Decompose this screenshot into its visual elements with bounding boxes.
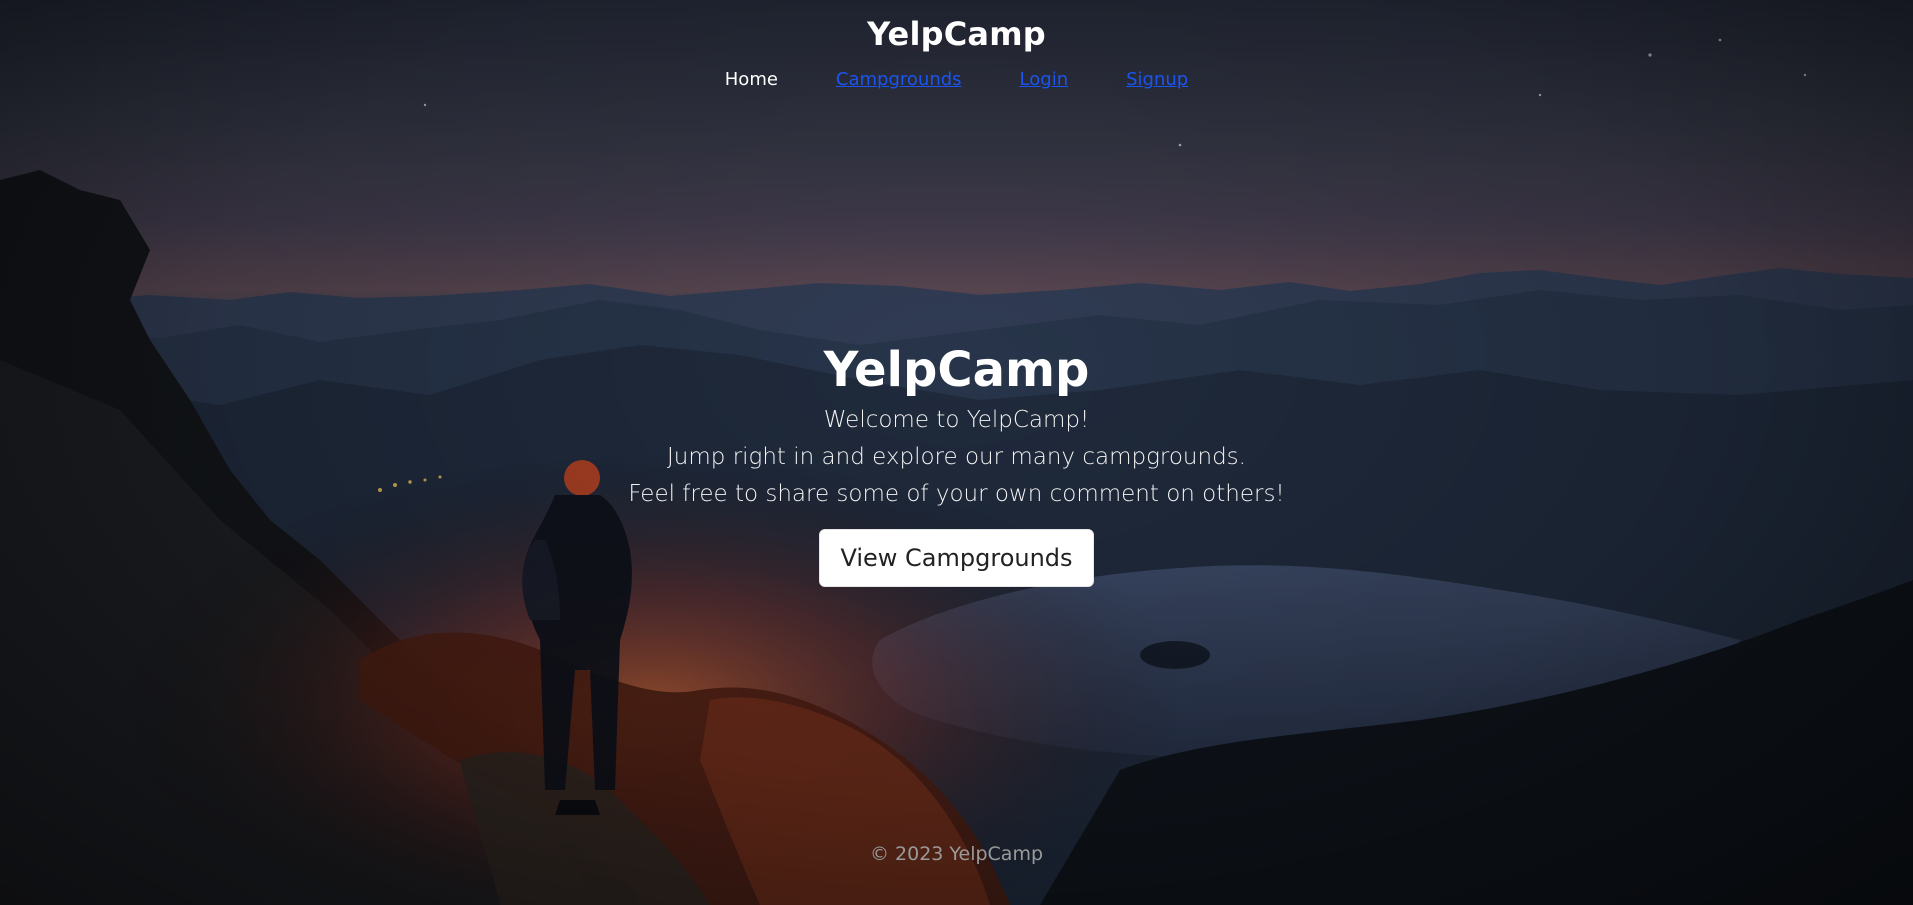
hero-line-2: Jump right in and explore our many campg… <box>667 444 1246 470</box>
nav-signup-link[interactable]: Signup <box>1126 66 1188 94</box>
footer-copyright: © 2023 YelpCamp <box>869 843 1044 865</box>
nav-login-link[interactable]: Login <box>1020 66 1069 94</box>
landing-page: YelpCamp Home Campgrounds Login Signup Y… <box>0 0 1913 905</box>
hero-line-3: Feel free to share some of your own comm… <box>628 481 1285 507</box>
page-content: YelpCamp Home Campgrounds Login Signup Y… <box>0 0 1913 905</box>
hero-line-1: Welcome to YelpCamp! <box>823 407 1090 433</box>
top-nav: Home Campgrounds Login Signup <box>0 66 1913 94</box>
nav-home-link[interactable]: Home <box>725 66 778 94</box>
view-campgrounds-button[interactable]: View Campgrounds <box>819 529 1094 587</box>
brand-link[interactable]: YelpCamp <box>867 12 1046 56</box>
hero-section: YelpCamp Welcome to YelpCamp! Jump right… <box>0 338 1913 587</box>
hero-title: YelpCamp <box>823 342 1090 398</box>
nav-campgrounds-link[interactable]: Campgrounds <box>836 66 962 94</box>
site-footer: © 2023 YelpCamp <box>0 843 1913 865</box>
site-header: YelpCamp <box>0 12 1913 56</box>
